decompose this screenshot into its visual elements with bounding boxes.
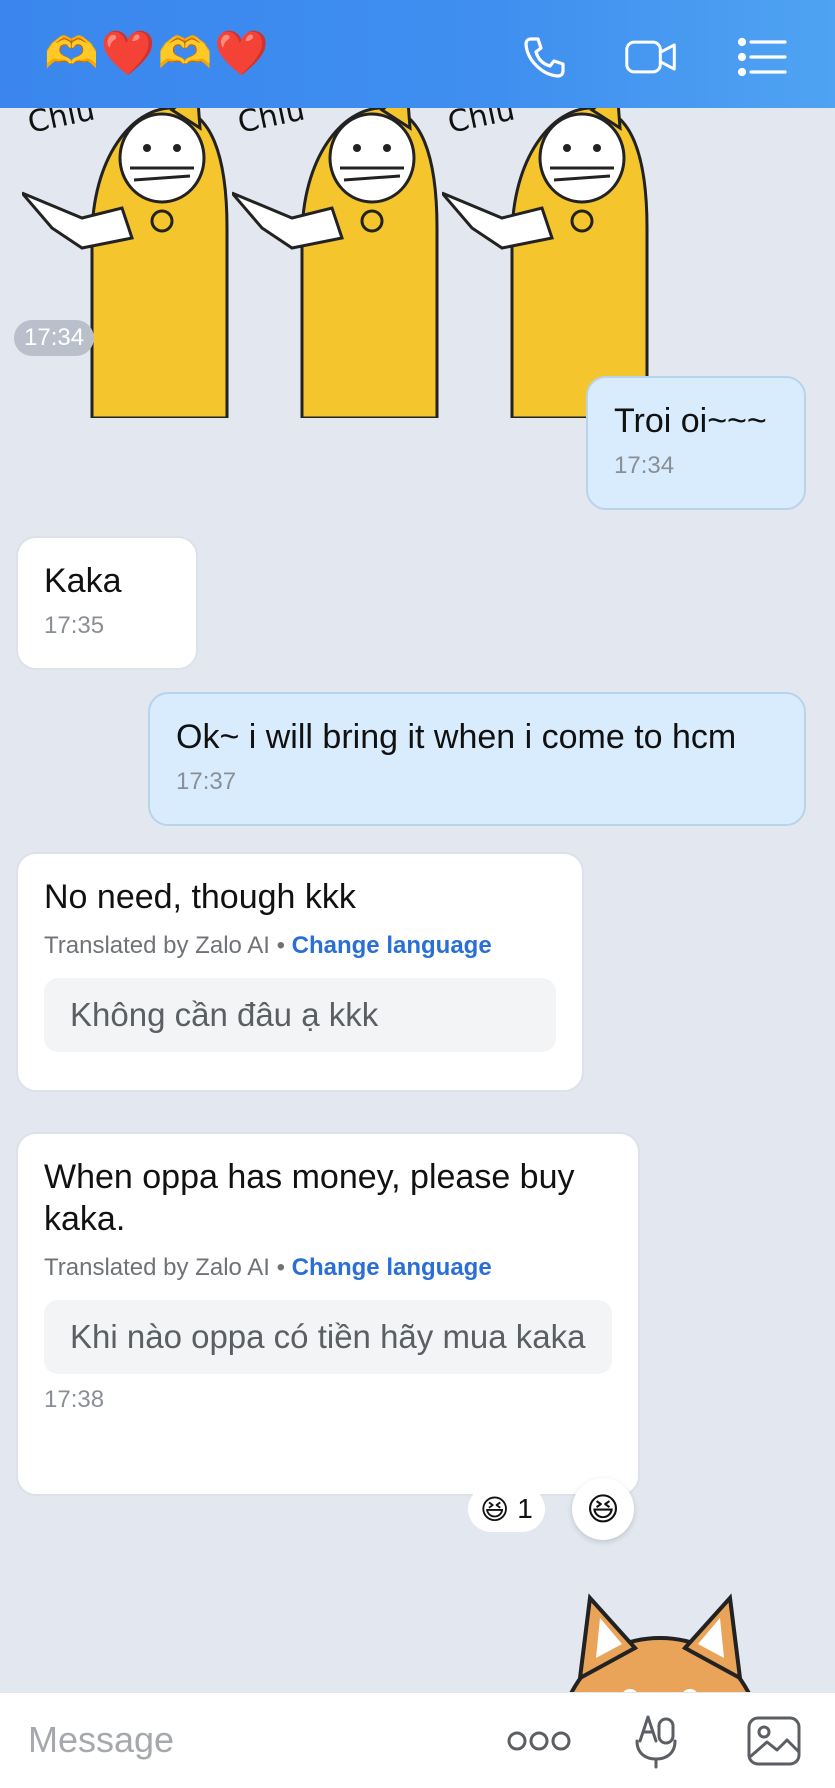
chat-menu-button[interactable] <box>736 30 790 84</box>
message-text: Kaka <box>44 562 122 600</box>
translated-by-label: Translated by Zalo AI <box>44 1254 270 1281</box>
laughing-emoji-icon: 😆 <box>586 1490 620 1528</box>
message-text: Troi oi~~~ <box>614 402 767 440</box>
sticker-caption: Chiu <box>235 108 308 141</box>
cat-sticker[interactable]: Chiu <box>442 108 652 418</box>
composer-bar <box>0 1692 835 1788</box>
separator-dot: • <box>276 1254 285 1281</box>
sticker-caption: Chiu <box>25 108 98 141</box>
phone-icon <box>524 37 565 78</box>
chat-title[interactable]: 🫶❤️🫶❤️ <box>44 30 271 78</box>
more-dots-icon <box>507 1731 571 1751</box>
translation-info: Translated by Zalo AI • Change language <box>44 1254 612 1282</box>
message-text: Ok~ i will bring it when i come to hcm <box>176 718 737 756</box>
received-message-translated[interactable]: No need, though kkk Translated by Zalo A… <box>16 852 584 1092</box>
chat-header: 🫶❤️🫶❤️ <box>0 0 835 108</box>
video-camera-icon <box>625 40 676 74</box>
separator-dot: • <box>276 932 285 959</box>
message-list[interactable]: Chiu Chiu Chiu 17:34 Troi oi~~~ 17:34 Ka… <box>0 108 835 1692</box>
original-text-box: Khi nào oppa có tiền hãy mua kaka <box>44 1300 612 1374</box>
translated-by-label: Translated by Zalo AI <box>44 932 270 959</box>
list-menu-icon <box>737 37 787 77</box>
more-button[interactable] <box>504 1713 574 1769</box>
message-time: 17:37 <box>176 768 237 795</box>
message-text: No need, though kkk <box>44 878 356 916</box>
message-text: When oppa has money, please buy kaka. <box>44 1158 575 1238</box>
change-language-link[interactable]: Change language <box>292 932 492 959</box>
message-time: 17:34 <box>614 452 675 479</box>
translation-info: Translated by Zalo AI • Change language <box>44 932 556 960</box>
dog-sticker[interactable] <box>540 1578 780 1692</box>
image-button[interactable] <box>744 1713 804 1769</box>
received-message-translated[interactable]: When oppa has money, please buy kaka. Tr… <box>16 1132 640 1496</box>
call-button[interactable] <box>518 30 572 84</box>
laughing-emoji-icon: 😆 <box>480 1492 510 1526</box>
message-input[interactable] <box>28 1719 428 1761</box>
sticker-caption: Chiu <box>445 108 518 141</box>
change-language-link[interactable]: Change language <box>292 1254 492 1281</box>
sent-message[interactable]: Troi oi~~~ 17:34 <box>586 376 806 510</box>
cat-sticker[interactable]: Chiu <box>232 108 442 418</box>
image-gallery-icon <box>747 1716 801 1766</box>
react-button[interactable]: 😆 <box>572 1478 634 1540</box>
sticker-message[interactable]: Chiu Chiu Chiu <box>22 108 722 418</box>
video-call-button[interactable] <box>624 30 678 84</box>
message-time: 17:35 <box>44 612 105 639</box>
voice-to-text-icon <box>635 1715 677 1769</box>
sent-message[interactable]: Ok~ i will bring it when i come to hcm 1… <box>148 692 806 826</box>
original-text-box: Không cần đâu ạ kkk <box>44 978 556 1052</box>
reaction-count: 1 <box>517 1493 533 1524</box>
sticker-timestamp: 17:34 <box>14 320 95 356</box>
voice-to-text-button[interactable] <box>628 1713 684 1769</box>
received-message[interactable]: Kaka 17:35 <box>16 536 198 670</box>
reaction-summary[interactable]: 😆 1 <box>468 1486 545 1532</box>
message-time: 17:38 <box>44 1386 105 1413</box>
cat-sticker[interactable]: Chiu <box>22 108 232 418</box>
